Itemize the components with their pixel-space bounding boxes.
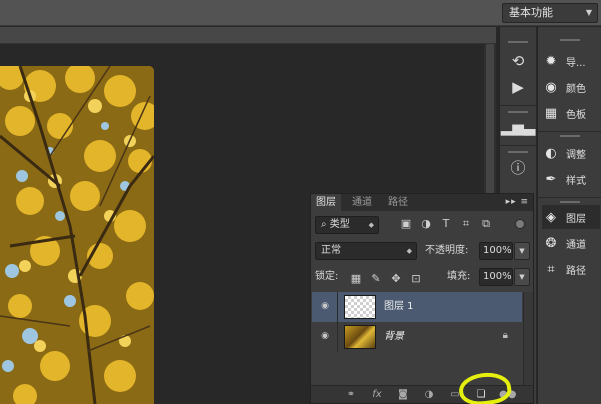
dock-divider xyxy=(500,145,537,146)
dock-grip[interactable] xyxy=(560,201,580,203)
panel-item-adjustments[interactable]: ◐ 调整 xyxy=(542,141,600,165)
lock-label: 锁定: xyxy=(315,271,339,282)
panel-item-layers[interactable]: ◈ 图层 xyxy=(542,205,600,229)
dock-grip[interactable] xyxy=(560,135,580,137)
panel-item-styles[interactable]: ✒ 样式 xyxy=(542,167,600,191)
workspace-select[interactable]: 基本功能 ▼ xyxy=(502,3,598,23)
play-icon[interactable]: ▶ xyxy=(504,75,532,99)
history-icon[interactable]: ⟲ xyxy=(504,49,532,73)
paths-icon: ⌗ xyxy=(547,261,555,277)
type-filter-icon[interactable]: T xyxy=(439,217,453,231)
layer-name[interactable]: 背景 xyxy=(384,322,404,352)
layers-scrollbar[interactable] xyxy=(523,292,533,386)
lock-transparent-icon[interactable]: ▦ xyxy=(349,272,363,286)
lock-row: 锁定: ▦ ✎ ✥ ⊡ 填充: 100% ▼ xyxy=(311,266,533,288)
panel-item-label: 图层 xyxy=(566,213,586,225)
adjustments-icon: ◐ xyxy=(545,145,557,161)
info-icon[interactable]: ⓘ xyxy=(504,155,532,179)
dock-grip[interactable] xyxy=(560,39,580,41)
fill-input[interactable]: 100% xyxy=(479,268,513,286)
fx-icon[interactable]: fx xyxy=(369,387,385,403)
adjustment-layer-icon[interactable]: ◑ xyxy=(421,387,437,403)
add-mask-icon[interactable]: ◙ xyxy=(395,387,411,403)
chevron-down-icon: ◆ xyxy=(406,247,412,255)
tab-paths[interactable]: 路径 xyxy=(383,194,413,211)
navigator-icon: ✹ xyxy=(545,53,557,69)
panel-item-color[interactable]: ◉ 颜色 xyxy=(542,75,600,99)
panel-item-label: 通道 xyxy=(566,239,586,251)
fill-value: 100% xyxy=(483,271,512,282)
layers-icon: ◈ xyxy=(546,209,556,225)
panel-item-navigator[interactable]: ✹ 导... xyxy=(542,49,600,73)
search-icon: ⌕ xyxy=(321,219,330,230)
pixel-filter-icon[interactable]: ▣ xyxy=(399,217,413,231)
dock-divider xyxy=(500,105,537,106)
filter-label: 类型 xyxy=(329,219,350,230)
filter-type-select[interactable]: ⌕ 类型 ◆ xyxy=(315,216,379,234)
link-layers-icon[interactable]: ⚭ xyxy=(343,387,359,403)
layers-panel: 图层 通道 路径 ▸▸ ≡ ⌕ 类型 ◆ ▣ ◑ T ⌗ ⧉ 正常 ◆ 不透明度… xyxy=(310,193,534,404)
panel-item-swatches[interactable]: ▦ 色板 xyxy=(542,101,600,125)
panel-item-label: 颜色 xyxy=(566,83,586,95)
visibility-eye-icon[interactable]: ◉ xyxy=(318,331,332,343)
layer-row-layer1[interactable]: ◉ 图层 1 xyxy=(312,292,522,322)
layer-thumbnail xyxy=(344,295,376,319)
panel-menu-icon[interactable]: ▸▸ ≡ xyxy=(506,194,529,211)
opacity-input[interactable]: 100% xyxy=(479,242,513,260)
opacity-label: 不透明度: xyxy=(425,245,469,256)
lock-move-icon[interactable]: ✥ xyxy=(389,272,403,286)
adjustment-filter-icon[interactable]: ◑ xyxy=(419,217,433,231)
lock-icon: 🔒︎ xyxy=(502,330,508,341)
smart-object-filter-icon[interactable]: ⧉ xyxy=(479,217,493,231)
styles-icon: ✒ xyxy=(545,171,557,187)
chevron-down-icon: ▼ xyxy=(585,8,592,17)
panel-item-paths[interactable]: ⌗ 路径 xyxy=(542,257,600,281)
layer-name[interactable]: 图层 1 xyxy=(384,292,414,322)
chevron-down-icon: ◆ xyxy=(368,221,374,229)
blend-mode-select[interactable]: 正常 ◆ xyxy=(315,242,417,260)
dock-divider xyxy=(538,197,601,198)
scrollbar-thumb[interactable] xyxy=(486,44,494,194)
histogram-icon[interactable]: ▂▅▃ xyxy=(501,115,536,139)
blend-row: 正常 ◆ 不透明度: 100% ▼ xyxy=(311,240,533,262)
dock-grip[interactable] xyxy=(508,41,528,43)
panel-item-channels[interactable]: ❂ 通道 xyxy=(542,231,600,255)
tab-layers[interactable]: 图层 xyxy=(311,194,341,211)
opacity-dropdown-button[interactable]: ▼ xyxy=(514,242,530,260)
swatches-icon: ▦ xyxy=(544,105,558,121)
visibility-eye-icon[interactable]: ◉ xyxy=(318,301,332,313)
lock-brush-icon[interactable]: ✎ xyxy=(369,272,383,286)
panel-item-label: 调整 xyxy=(566,149,586,161)
document-tab-strip xyxy=(0,27,496,44)
fill-label: 填充: xyxy=(447,271,471,282)
panel-item-label: 色板 xyxy=(566,109,586,121)
fill-dropdown-button[interactable]: ▼ xyxy=(514,268,530,286)
dock-divider xyxy=(538,131,601,132)
filter-toggle[interactable] xyxy=(515,219,525,229)
application-bar: 基本功能 ▼ xyxy=(0,0,601,26)
row-divider xyxy=(337,322,338,352)
channels-icon: ❂ xyxy=(545,235,557,251)
panel-item-label: 路径 xyxy=(566,265,586,277)
panel-item-label: 导... xyxy=(566,57,586,69)
layer-thumbnail xyxy=(344,325,376,349)
workspace-label: 基本功能 xyxy=(509,6,553,19)
autumn-tree-photo xyxy=(0,66,154,404)
tab-channels[interactable]: 通道 xyxy=(347,194,377,211)
shape-filter-icon[interactable]: ⌗ xyxy=(459,217,473,231)
lock-all-icon[interactable]: ⊡ xyxy=(409,272,423,286)
panel-dock: ✹ 导... ◉ 颜色 ▦ 色板 ◐ 调整 ✒ 样式 ◈ 图层 ❂ 通道 ⌗ 路… xyxy=(537,27,601,404)
opacity-value: 100% xyxy=(483,245,512,256)
dock-grip[interactable] xyxy=(508,111,528,113)
panel-tab-strip: 图层 通道 路径 ▸▸ ≡ xyxy=(311,194,533,211)
color-icon: ◉ xyxy=(545,79,557,95)
dock-grip[interactable] xyxy=(508,151,528,153)
row-divider xyxy=(337,292,338,322)
blend-mode-value: 正常 xyxy=(321,245,341,256)
filter-row: ⌕ 类型 ◆ ▣ ◑ T ⌗ ⧉ xyxy=(311,214,533,236)
canvas-scrollbar[interactable] xyxy=(484,44,496,194)
layer-row-background[interactable]: ◉ 背景 🔒︎ xyxy=(312,322,522,352)
panel-item-label: 样式 xyxy=(566,175,586,187)
